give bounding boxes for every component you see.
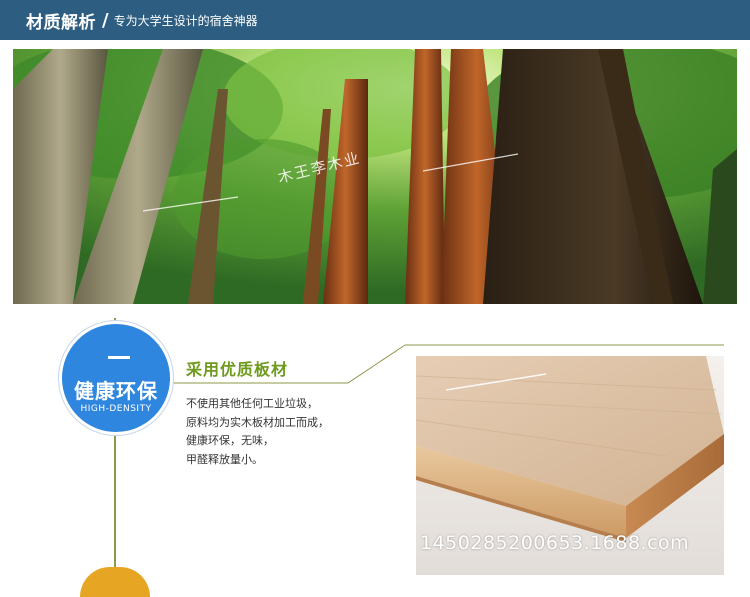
feature-title: 采用优质板材 (186, 360, 289, 379)
description-line: 不使用其他任何工业垃圾， (186, 397, 318, 410)
feature-description: 不使用其他任何工业垃圾， 原料均为实木板材加工而成， 健康环保，无味， 甲醛释放… (186, 395, 386, 469)
feature-badge: 健康环保 HIGH-DENSITY (59, 321, 173, 435)
feature-name-en: HIGH-DENSITY (80, 404, 152, 414)
source-watermark: 1450285200653.1688.com (420, 532, 690, 554)
description-line: 健康环保，无味， (186, 434, 274, 447)
description-line: 原料均为实木板材加工而成， (186, 415, 329, 429)
feature-number (108, 356, 130, 359)
feature-name: 健康环保 (74, 379, 158, 403)
description-line: 甲醛释放量小。 (186, 452, 263, 466)
